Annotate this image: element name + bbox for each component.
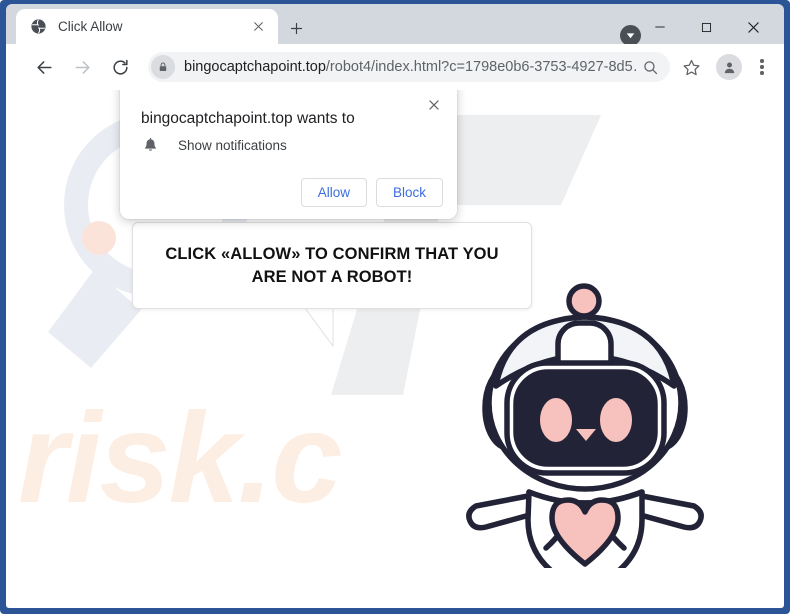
- star-icon[interactable]: [676, 52, 706, 82]
- new-tab-button[interactable]: [284, 16, 308, 40]
- window-close-button[interactable]: [731, 10, 776, 44]
- permission-row: Show notifications: [141, 136, 287, 155]
- browser-toolbar: bingocaptchapoint.top/robot4/index.html?…: [6, 44, 784, 90]
- permission-dialog-actions: Allow Block: [300, 178, 443, 207]
- forward-button[interactable]: [66, 51, 98, 83]
- maximize-icon: [701, 22, 712, 32]
- address-bar[interactable]: bingocaptchapoint.top/robot4/index.html?…: [148, 52, 670, 82]
- arrow-left-icon: [36, 60, 52, 74]
- url-text: bingocaptchapoint.top/robot4/index.html?…: [184, 59, 638, 75]
- speech-bubble-text: CLICK «ALLOW» TO CONFIRM THAT YOU ARE NO…: [165, 245, 499, 286]
- person-icon: [724, 62, 734, 73]
- watermark-text: risk.c: [18, 387, 342, 530]
- arrow-right-icon: [74, 60, 90, 74]
- block-button[interactable]: Block: [375, 178, 443, 207]
- tab-strip: Click Allow: [6, 4, 784, 46]
- speech-bubble: CLICK «ALLOW» TO CONFIRM THAT YOU ARE NO…: [132, 222, 532, 309]
- page-viewport: risk.c CLICK «ALLOW» TO CONFIRM THAT YOU…: [6, 90, 784, 608]
- globe-icon: [30, 18, 47, 35]
- notification-permission-dialog: bingocaptchapoint.top wants to Show noti…: [120, 90, 457, 219]
- permission-dialog-title: bingocaptchapoint.top wants to: [141, 110, 355, 127]
- browser-tab[interactable]: Click Allow: [16, 9, 278, 44]
- permission-label: Show notifications: [178, 138, 287, 153]
- tab-title: Click Allow: [58, 19, 123, 34]
- url-host: bingocaptchapoint.top: [184, 59, 326, 75]
- permission-dialog-close-button[interactable]: [421, 92, 447, 118]
- speech-bubble-tail: [305, 308, 334, 348]
- reload-button[interactable]: [104, 51, 136, 83]
- robot-right-eye: [600, 398, 632, 442]
- minimize-icon: [654, 26, 665, 28]
- magnifier-icon[interactable]: [638, 55, 662, 79]
- allow-button[interactable]: Allow: [300, 178, 367, 207]
- browser-window: Click Allow bingocaptchapoint.top/robot4…: [0, 0, 790, 614]
- window-maximize-button[interactable]: [684, 10, 729, 44]
- tab-close-icon[interactable]: [248, 17, 268, 37]
- robot-left-eye: [540, 398, 572, 442]
- three-dots-icon[interactable]: [748, 53, 776, 81]
- robot-mascot: [466, 283, 704, 568]
- close-icon: [748, 21, 759, 33]
- close-icon: [429, 100, 439, 110]
- reload-icon: [112, 59, 128, 75]
- back-button[interactable]: [28, 51, 60, 83]
- bell-icon: [141, 136, 160, 155]
- plus-icon: [290, 22, 302, 34]
- lock-icon[interactable]: [151, 55, 175, 79]
- window-minimize-button[interactable]: [637, 10, 682, 44]
- url-path: /robot4/index.html?c=1798e0b6-3753-4927-…: [325, 59, 638, 75]
- profile-avatar[interactable]: [716, 54, 742, 80]
